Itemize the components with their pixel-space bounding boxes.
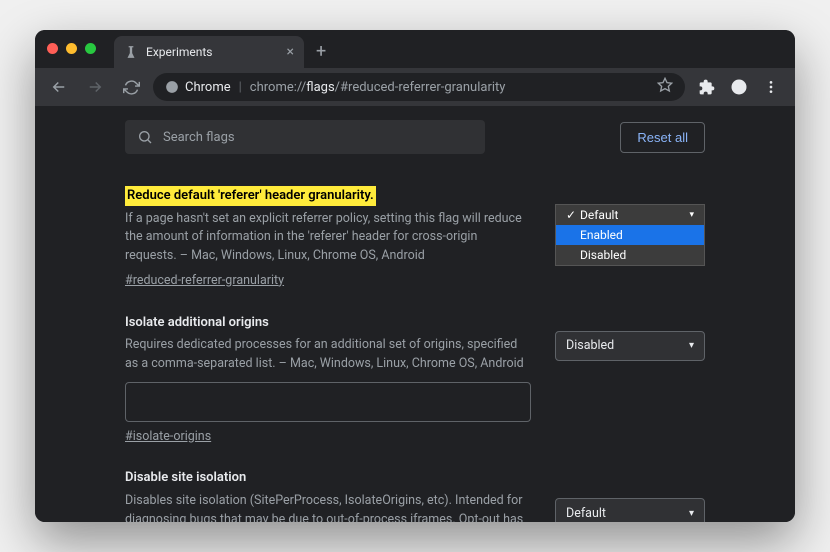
bookmark-star-icon[interactable] xyxy=(657,77,673,97)
search-row: Search flags Reset all xyxy=(125,106,705,172)
browser-tab[interactable]: Experiments × xyxy=(114,36,304,68)
chevron-down-icon: ▾ xyxy=(689,210,694,220)
dropdown-option-enabled[interactable]: Enabled xyxy=(556,225,704,245)
dropdown-option-disabled[interactable]: Disabled xyxy=(556,245,704,265)
flag-title: Reduce default 'referer' header granular… xyxy=(125,186,376,206)
flag-reduced-referrer: Reduce default 'referer' header granular… xyxy=(125,172,705,309)
select-value: Disabled xyxy=(566,338,614,353)
address-bar[interactable]: Chrome | chrome://flags/#reduced-referre… xyxy=(153,73,685,101)
window-controls xyxy=(47,43,114,68)
search-placeholder: Search flags xyxy=(163,130,235,145)
flag-description: If a page hasn't set an explicit referre… xyxy=(125,210,531,266)
flag-description: Disables site isolation (SitePerProcess,… xyxy=(125,492,531,522)
url: chrome://flags/#reduced-referrer-granula… xyxy=(250,80,506,95)
chevron-down-icon: ▾ xyxy=(689,508,694,519)
flag-title: Isolate additional origins xyxy=(125,313,269,333)
reload-button[interactable] xyxy=(117,73,145,101)
flag-title: Disable site isolation xyxy=(125,468,246,488)
menu-button[interactable] xyxy=(757,73,785,101)
profile-button[interactable] xyxy=(725,73,753,101)
flag-anchor-link[interactable]: #reduced-referrer-granularity xyxy=(125,272,284,291)
flag-dropdown-open[interactable]: ✓Default▾ Enabled Disabled xyxy=(555,204,705,266)
new-tab-button[interactable]: + xyxy=(304,41,338,68)
dropdown-option-default[interactable]: ✓Default▾ xyxy=(556,205,704,225)
forward-button[interactable] xyxy=(81,73,109,101)
flag-anchor-link[interactable]: #isolate-origins xyxy=(125,428,211,447)
flag-disable-site-isolation: Disable site isolation Disables site iso… xyxy=(125,464,705,522)
search-input[interactable]: Search flags xyxy=(125,120,485,154)
reset-all-button[interactable]: Reset all xyxy=(620,122,705,153)
extensions-button[interactable] xyxy=(693,73,721,101)
flag-select[interactable]: Disabled ▾ xyxy=(555,331,705,361)
isolate-origins-input[interactable] xyxy=(125,382,531,422)
select-value: Default xyxy=(566,506,606,521)
close-tab-button[interactable]: × xyxy=(287,44,294,60)
close-window-button[interactable] xyxy=(47,43,58,54)
maximize-window-button[interactable] xyxy=(85,43,96,54)
chrome-label: Chrome xyxy=(185,80,231,95)
separator: | xyxy=(239,80,242,95)
titlebar: Experiments × + xyxy=(35,30,795,68)
back-button[interactable] xyxy=(45,73,73,101)
chrome-icon xyxy=(165,80,179,94)
search-icon xyxy=(137,129,153,145)
toolbar: Chrome | chrome://flags/#reduced-referre… xyxy=(35,68,795,106)
minimize-window-button[interactable] xyxy=(66,43,77,54)
flag-isolate-origins: Isolate additional origins Requires dedi… xyxy=(125,309,705,465)
page-content: Search flags Reset all Reduce default 'r… xyxy=(35,106,795,522)
extension-icons xyxy=(693,73,785,101)
browser-window: Experiments × + Chrome | chrome://flags/… xyxy=(35,30,795,522)
flag-select[interactable]: Default ▾ xyxy=(555,498,705,522)
site-identity: Chrome xyxy=(165,80,231,95)
chevron-down-icon: ▾ xyxy=(689,340,694,351)
tab-title: Experiments xyxy=(146,45,213,59)
flask-icon xyxy=(124,45,138,59)
flag-description: Requires dedicated processes for an addi… xyxy=(125,336,531,374)
